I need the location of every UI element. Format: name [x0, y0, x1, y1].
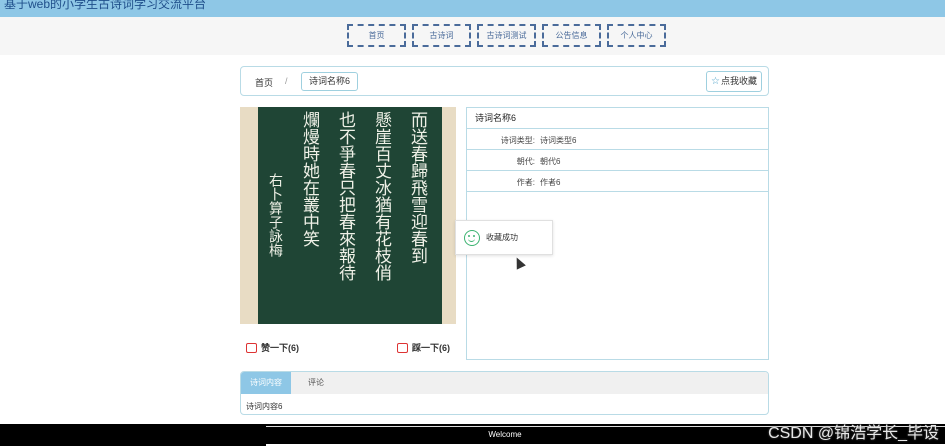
site-title: 基于web的小学生古诗词学习交流平台	[4, 0, 207, 11]
detail-value: 作者6	[540, 178, 561, 187]
toast-message: 收藏成功	[486, 233, 518, 242]
detail-key: 诗词类型:	[500, 136, 535, 145]
tabs-header: 诗词内容 评论	[241, 372, 768, 394]
favorite-button-label: 点我收藏	[720, 76, 757, 86]
dislike-button[interactable]: 踩一下(6)	[397, 341, 450, 354]
dislike-label: 踩一下(6)	[412, 343, 450, 353]
calligraphy-column: 也不爭春只把春來報待	[335, 111, 355, 281]
content-tabs: 诗词内容 评论 诗词内容6	[240, 371, 769, 415]
tab-content: 诗词内容6	[246, 402, 283, 411]
poem-calligraphy-image: 而送春歸飛雪迎春到 懸崖百丈冰猶有花枝俏 也不爭春只把春來報待 爛熳時她在叢中笑…	[240, 107, 456, 324]
footer-text: Welcome	[488, 430, 522, 439]
detail-row: 朝代: 朝代6	[467, 150, 768, 171]
like-label: 赞一下(6)	[261, 343, 299, 353]
detail-key: 朝代:	[516, 157, 535, 166]
tab-comments[interactable]: 评论	[291, 372, 341, 394]
breadcrumb-current: 诗词名称6	[301, 72, 359, 91]
nav-item-home[interactable]: 首页	[347, 24, 406, 47]
image-margin-right	[442, 107, 456, 324]
calligraphy-column: 懸崖百丈冰猶有花枝俏	[371, 111, 391, 281]
detail-value: 诗词类型6	[540, 136, 577, 145]
detail-row: 诗词类型: 诗词类型6	[467, 129, 768, 150]
tab-poem-content[interactable]: 诗词内容	[241, 372, 291, 394]
detail-row: 作者: 作者6	[467, 171, 768, 192]
top-header-bar: 基于web的小学生古诗词学习交流平台	[0, 0, 945, 17]
thumbs-up-icon	[246, 342, 257, 353]
watermark: CSDN @锦浩学长_毕设	[768, 425, 939, 442]
nav-item-poems[interactable]: 古诗词	[412, 24, 471, 47]
calligraphy-column: 爛熳時她在叢中笑	[299, 111, 319, 247]
thumbs-down-icon	[397, 342, 408, 353]
detail-value: 朝代6	[540, 157, 561, 166]
calligraphy-signature-column: 右卜算子詠梅	[267, 173, 283, 257]
breadcrumb-separator: /	[285, 76, 288, 86]
nav-item-poem-test[interactable]: 古诗词测试	[477, 24, 536, 47]
footer-left-strip	[0, 424, 266, 446]
like-button[interactable]: 赞一下(6)	[246, 341, 299, 354]
poem-title: 诗词名称6	[467, 108, 768, 129]
main-nav: 首页 古诗词 古诗词测试 公告信息 个人中心	[347, 24, 666, 47]
smile-icon	[464, 229, 480, 246]
favorite-button[interactable]: ☆点我收藏	[706, 71, 762, 92]
star-icon: ☆	[711, 76, 720, 87]
success-toast: 收藏成功	[455, 220, 553, 255]
image-margin-left	[240, 107, 258, 324]
breadcrumb-home[interactable]: 首页	[255, 76, 273, 89]
calligraphy-column: 而送春歸飛雪迎春到	[407, 111, 427, 264]
breadcrumb: 首页 / 诗词名称6 ☆点我收藏	[240, 66, 769, 96]
nav-item-announcements[interactable]: 公告信息	[542, 24, 601, 47]
vote-bar: 赞一下(6) 踩一下(6)	[240, 336, 456, 358]
nav-item-profile[interactable]: 个人中心	[607, 24, 666, 47]
detail-key: 作者:	[516, 178, 535, 187]
